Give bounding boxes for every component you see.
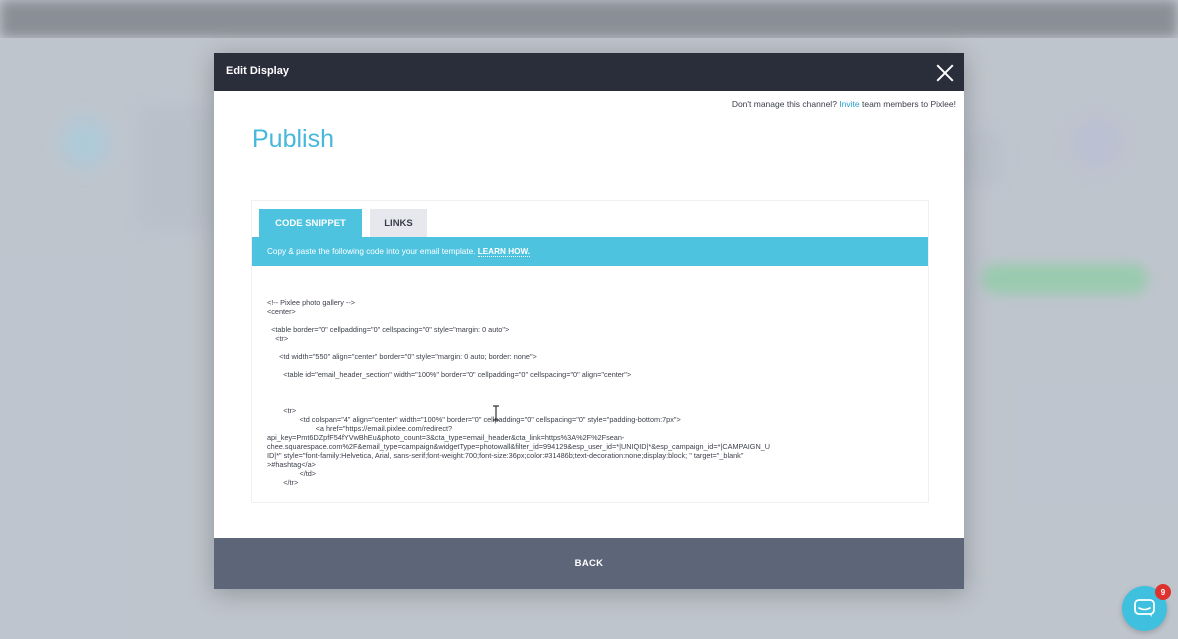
page-title: Publish [252, 125, 334, 153]
invite-suffix: team members to Pixlee! [859, 99, 956, 109]
code-line: <center> [267, 307, 296, 316]
code-line: <tr> [267, 334, 289, 343]
invite-prefix: Don't manage this channel? [731, 99, 840, 109]
edit-display-modal: Edit Display Don't manage this channel? … [214, 53, 964, 589]
learn-how-link[interactable]: LEARN HOW. [477, 247, 531, 257]
tab-code-snippet[interactable]: CODE SNIPPET [259, 209, 362, 238]
modal-header: Edit Display [214, 53, 964, 91]
code-line: <td colspan="4" align="center" width="10… [267, 415, 681, 424]
code-line: <table border="0" cellpadding="0" cellsp… [267, 325, 510, 334]
publish-panel: CODE SNIPPET LINKS Copy & paste the foll… [251, 200, 929, 503]
code-line: api_key=Pmt6DZpfF54fYVwBhEu&photo_count=… [267, 433, 625, 442]
text-cursor-icon [493, 405, 499, 421]
info-bar: Copy & paste the following code into you… [252, 237, 928, 266]
info-text: Copy & paste the following code into you… [267, 247, 531, 257]
chat-bubble-icon [1134, 599, 1155, 617]
code-snippet[interactable]: <!-- Pixlee photo gallery --> <center> <… [267, 298, 917, 487]
code-line: <a href="https://email.pixlee.com/redire… [267, 424, 453, 433]
invite-notice: Don't manage this channel? Invite team m… [732, 99, 956, 109]
notification-badge: 9 [1155, 584, 1171, 600]
modal-title: Edit Display [226, 65, 289, 77]
code-line: ID|*" style="font-family:Helvetica, Aria… [267, 451, 744, 460]
code-line: </td> [267, 469, 317, 478]
tab-links[interactable]: LINKS [370, 209, 427, 238]
back-button[interactable]: BACK [214, 538, 964, 589]
code-line: >#hashtag</a> [267, 460, 316, 469]
code-line: chee.squarespace.com%2F&email_type=campa… [267, 442, 771, 451]
code-line: <tr> [267, 406, 297, 415]
close-icon[interactable] [934, 62, 956, 84]
invite-link[interactable]: Invite [839, 99, 859, 109]
info-message: Copy & paste the following code into you… [267, 247, 478, 256]
code-line: </tr> [267, 478, 299, 487]
code-line: <td width="550" align="center" border="0… [267, 352, 537, 361]
code-line: <!-- Pixlee photo gallery --> [267, 298, 356, 307]
code-line: <table id="email_header_section" width="… [267, 370, 632, 379]
